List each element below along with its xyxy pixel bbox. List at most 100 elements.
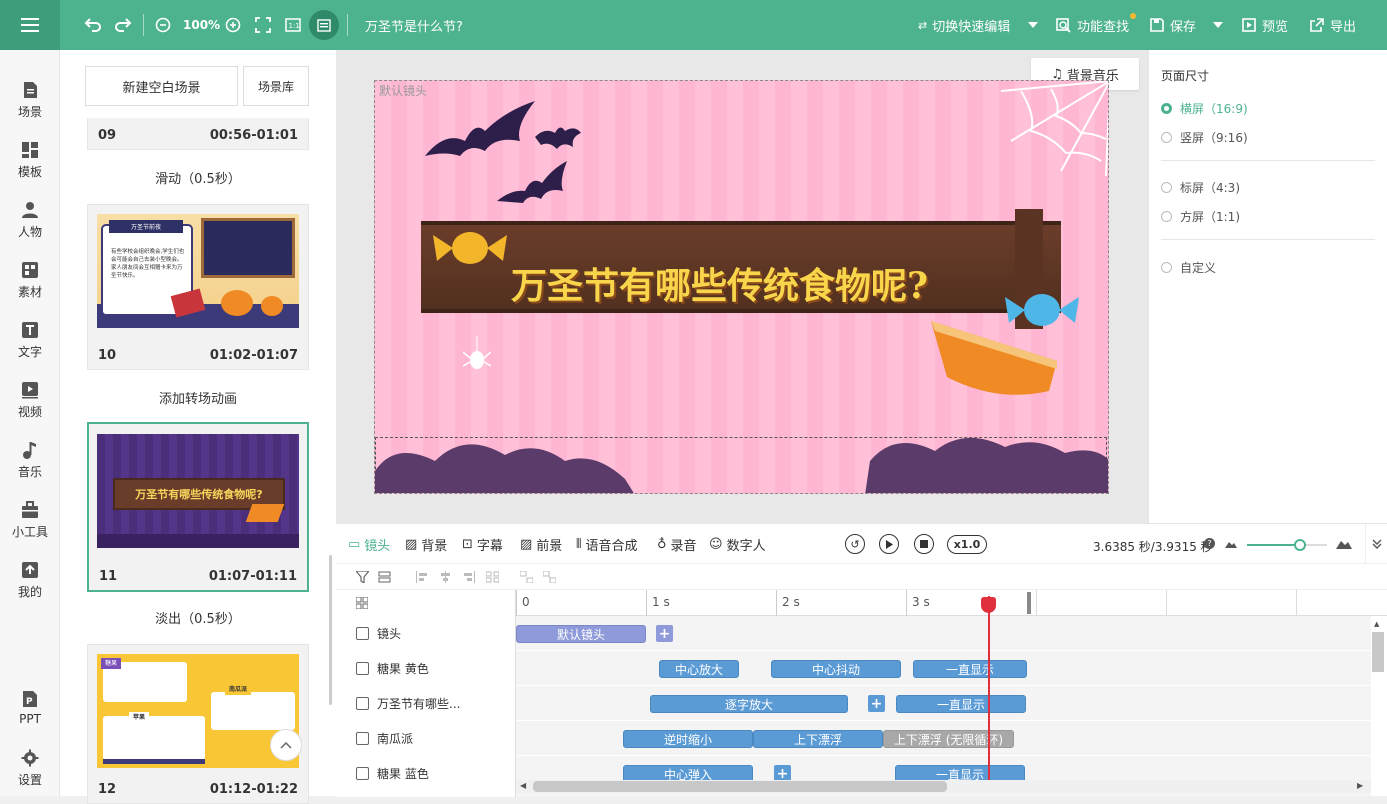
ungroup-icon[interactable] xyxy=(543,571,556,583)
scroll-left-icon[interactable]: ◀ xyxy=(520,781,526,790)
slide-canvas[interactable]: 默认镜头 万圣节有哪些传统食物呢? xyxy=(374,80,1109,494)
clip-anim[interactable]: 上下漂浮 xyxy=(753,730,883,748)
playhead-line[interactable] xyxy=(988,596,990,786)
play-icon[interactable] xyxy=(879,534,899,554)
add-transition-button[interactable]: 添加转场动画 xyxy=(87,388,309,407)
align-right-icon[interactable] xyxy=(462,571,475,583)
nav-material[interactable]: 素材 xyxy=(0,250,60,310)
radio-custom[interactable]: 自定义 xyxy=(1161,259,1216,276)
preview-button[interactable]: 预览 xyxy=(1242,0,1288,50)
grid-icon[interactable] xyxy=(356,597,368,609)
undo-icon[interactable] xyxy=(84,0,102,50)
zoom-out-mountain-icon[interactable] xyxy=(1225,540,1237,548)
radio-square[interactable]: 方屏（1:1) xyxy=(1161,208,1240,225)
add-camera-button[interactable]: + xyxy=(656,625,673,642)
track-label-title-text[interactable]: 万圣节有哪些... xyxy=(356,686,460,721)
nav-scene[interactable]: 场景 xyxy=(0,70,60,130)
timeline-zoom-slider[interactable] xyxy=(1247,539,1327,551)
zoom-in-mountain-icon[interactable] xyxy=(1336,538,1352,549)
scene-card-12[interactable]: 糖果 南瓜派 苹果 12 01:12-01:22 xyxy=(87,644,309,804)
collapse-icon[interactable] xyxy=(1365,524,1387,564)
divider xyxy=(1161,160,1375,161)
layers-icon[interactable] xyxy=(378,571,391,583)
filter-icon[interactable] xyxy=(356,571,369,583)
speed-button[interactable]: x1.0 xyxy=(947,535,987,554)
tab-background[interactable]: ▨ 背景 xyxy=(405,535,447,554)
tab-foreground[interactable]: ▨ 前景 xyxy=(520,535,562,554)
scene-card-09[interactable]: 09 00:56-01:01 xyxy=(87,118,309,150)
scroll-top-button[interactable] xyxy=(270,729,302,761)
tab-camera[interactable]: ▭ 镜头 xyxy=(348,535,390,554)
timeline-scroll-up-icon[interactable]: ▲ xyxy=(1374,620,1379,628)
save-dropdown-icon[interactable] xyxy=(1213,0,1223,50)
clip-anim-loop[interactable]: 上下漂浮 (无限循环) xyxy=(883,730,1014,748)
track-label-camera[interactable]: 镜头 xyxy=(356,616,401,651)
group-icon[interactable] xyxy=(520,571,533,583)
clip-anim[interactable]: 一直显示 xyxy=(896,695,1026,713)
clip-anim[interactable]: 逆时缩小 xyxy=(623,730,753,748)
feature-find-button[interactable]: 功能查找 xyxy=(1056,0,1137,50)
nav-music[interactable]: 音乐 xyxy=(0,430,60,490)
document-title[interactable]: 万圣节是什么节? xyxy=(365,0,463,50)
timeline-vertical-scrollbar[interactable] xyxy=(1372,632,1384,672)
tab-digital-human[interactable]: ☺ 数字人 xyxy=(709,535,766,554)
nav-ppt[interactable]: P PPT xyxy=(0,678,60,738)
clip-default-camera[interactable]: 默认镜头 xyxy=(516,625,646,643)
scene-panel-scrollbar[interactable] xyxy=(329,555,332,705)
svg-text:1:1: 1:1 xyxy=(289,22,300,30)
help-icon[interactable]: ? xyxy=(1204,538,1215,549)
scene-card-10[interactable]: 万圣节前夜 有些学校会组织晚会,学生们也会可能会自己去装小型晚会。家人朋友间会互… xyxy=(87,204,309,370)
redo-icon[interactable] xyxy=(114,0,132,50)
radio-landscape[interactable]: 横屏（16:9) xyxy=(1161,100,1248,117)
export-button[interactable]: 导出 xyxy=(1310,0,1356,50)
clip-anim[interactable]: 中心放大 xyxy=(659,660,739,678)
notification-dot xyxy=(1130,13,1137,19)
scene-library-button[interactable]: 场景库 xyxy=(243,66,309,106)
tab-tts[interactable]: ⫴ 语音合成 xyxy=(576,535,637,554)
end-marker[interactable] xyxy=(1027,592,1031,614)
add-animation-button[interactable]: + xyxy=(868,695,885,712)
zoom-out-icon[interactable] xyxy=(155,0,171,50)
scroll-right-icon[interactable]: ▶ xyxy=(1357,781,1363,790)
actual-size-icon[interactable]: 1:1 xyxy=(285,0,301,50)
align-left-icon[interactable] xyxy=(416,571,429,583)
scene-card-11[interactable]: 万圣节有哪些传统食物呢? 11 01:07-01:11 xyxy=(87,422,309,592)
transition-label[interactable]: 淡出（0.5秒） xyxy=(87,608,309,627)
nav-mine[interactable]: 我的 xyxy=(0,550,60,610)
tab-subtitle[interactable]: ⊡ 字幕 xyxy=(462,535,503,554)
replay-icon[interactable]: ↺ xyxy=(845,534,865,554)
switch-quick-edit[interactable]: ⇄ 切换快速编辑 xyxy=(918,0,1010,50)
clip-anim[interactable]: 一直显示 xyxy=(913,660,1027,678)
save-button[interactable]: 保存 xyxy=(1150,0,1196,50)
nav-settings[interactable]: 设置 xyxy=(0,738,60,798)
clip-anim[interactable]: 中心抖动 xyxy=(771,660,901,678)
transition-label[interactable]: 滑动（0.5秒） xyxy=(87,168,309,187)
stop-icon[interactable] xyxy=(914,534,934,554)
scene-time: 00:56-01:01 xyxy=(209,128,298,143)
zoom-in-icon[interactable] xyxy=(225,0,241,50)
clip-anim[interactable]: 逐字放大 xyxy=(650,695,848,713)
track-label-candy-yellow[interactable]: 糖果 黄色 xyxy=(356,651,429,686)
menu-icon[interactable] xyxy=(0,0,60,50)
playhead-handle[interactable] xyxy=(981,597,996,613)
timeline-horizontal-scrollbar[interactable] xyxy=(533,781,947,792)
align-center-icon[interactable] xyxy=(439,571,452,583)
radio-portrait[interactable]: 竖屏（9:16) xyxy=(1161,129,1248,146)
tab-record[interactable]: ♁ 录音 xyxy=(657,535,697,554)
fullscreen-icon[interactable] xyxy=(255,0,271,50)
nav-video[interactable]: 视频 xyxy=(0,370,60,430)
nav-template[interactable]: 模板 xyxy=(0,130,60,190)
nav-person[interactable]: 人物 xyxy=(0,190,60,250)
new-blank-scene-button[interactable]: 新建空白场景 xyxy=(85,66,238,106)
nav-text[interactable]: 文字 xyxy=(0,310,60,370)
nav-toolbox[interactable]: 小工具 xyxy=(0,490,60,550)
distribute-icon[interactable] xyxy=(486,571,499,583)
ruler-tick: 2 s xyxy=(782,595,800,609)
timeline-ruler[interactable]: 0 1 s 2 s 3 s xyxy=(516,590,1387,616)
track-label-pumpkin-pie[interactable]: 南瓜派 xyxy=(356,721,413,756)
subtitle-icon[interactable] xyxy=(309,10,339,40)
waveform-icon: ⫴ xyxy=(576,537,582,552)
track-label-candy-blue[interactable]: 糖果 蓝色 xyxy=(356,756,429,791)
radio-standard[interactable]: 标屏（4:3) xyxy=(1161,179,1240,196)
switch-dropdown-icon[interactable] xyxy=(1028,0,1038,50)
